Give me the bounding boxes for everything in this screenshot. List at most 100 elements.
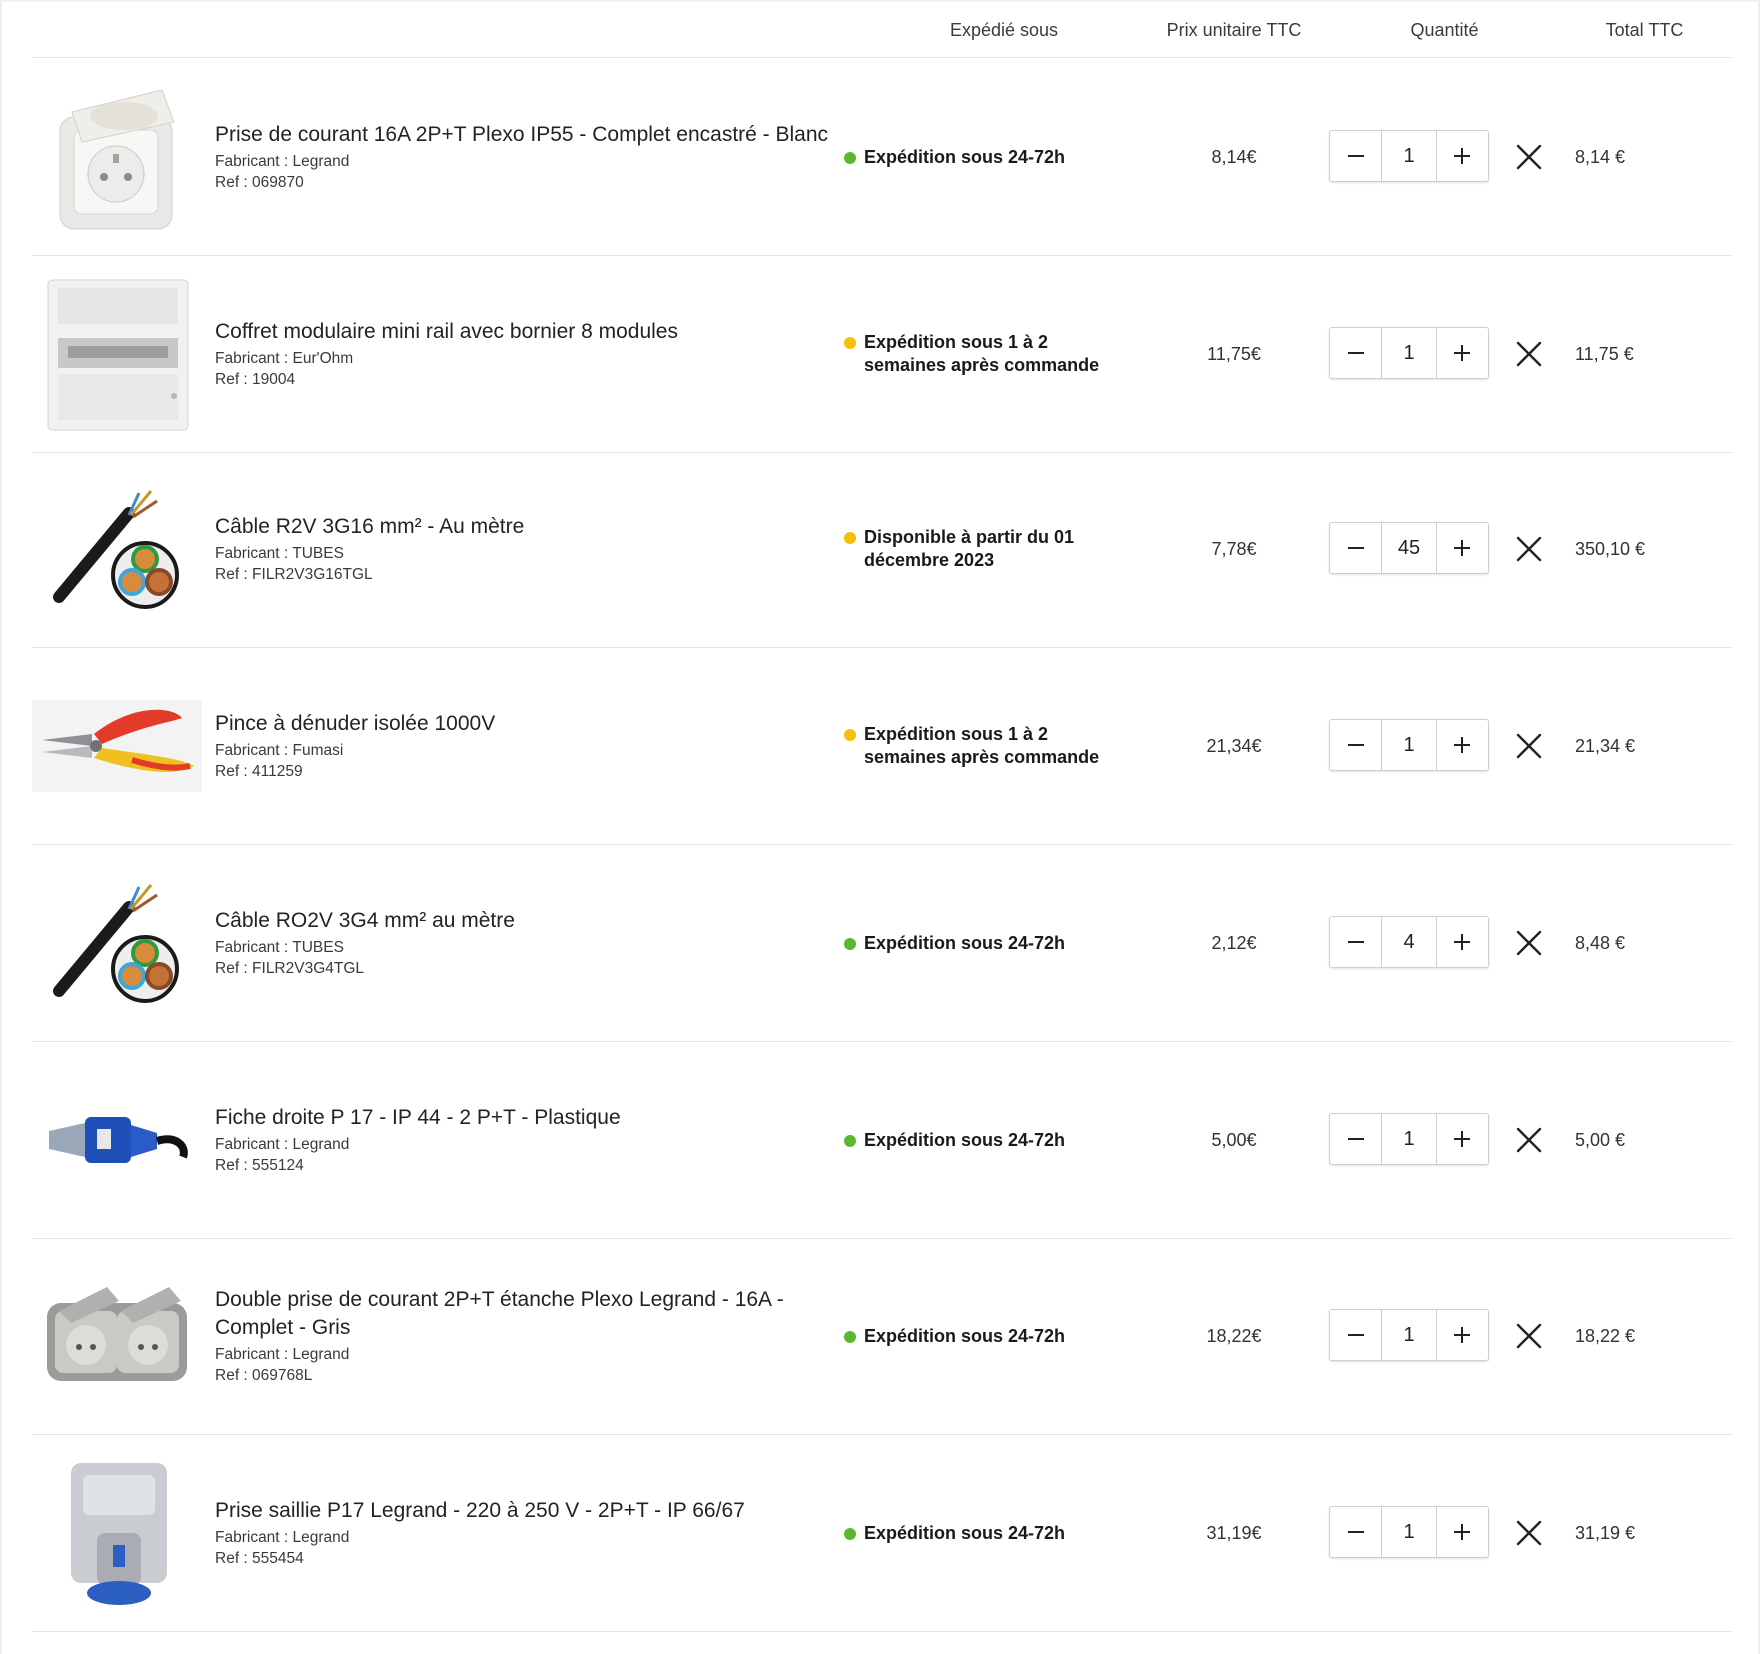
minus-icon: [1347, 1334, 1364, 1336]
product-info: Coffret modulaire mini rail avec bornier…: [215, 256, 845, 452]
increase-quantity-button[interactable]: [1437, 523, 1488, 573]
remove-item-button[interactable]: [1515, 1322, 1543, 1350]
product-ref: Ref : FILR2V3G16TGL: [215, 566, 373, 583]
decrease-quantity-button[interactable]: [1330, 523, 1381, 573]
enclosure-icon: [42, 274, 192, 434]
product-info: Double prise de courant 2P+T étanche Ple…: [215, 1238, 845, 1434]
product-name[interactable]: Prise saillie P17 Legrand - 220 à 250 V …: [215, 1497, 845, 1525]
quantity-value[interactable]: 1: [1381, 1114, 1437, 1164]
decrease-quantity-button[interactable]: [1330, 1310, 1381, 1360]
quantity-value[interactable]: 4: [1381, 917, 1437, 967]
remove-item-button[interactable]: [1515, 143, 1543, 171]
close-icon: [1516, 341, 1542, 367]
product-image[interactable]: [32, 77, 202, 237]
cart-row: Fiche droite P 17 - IP 44 - 2 P+T - Plas…: [32, 1042, 1732, 1239]
shipping-text: Expédition sous 24-72h: [864, 1325, 1066, 1346]
increase-quantity-button[interactable]: [1437, 917, 1488, 967]
double-socket-icon: [37, 1281, 197, 1391]
status-dot: [844, 1330, 856, 1343]
decrease-quantity-button[interactable]: [1330, 917, 1381, 967]
product-manufacturer: Fabricant : TUBES: [215, 939, 344, 956]
shipping-status: Expédition sous 24-72h: [842, 1435, 1102, 1631]
remove-item-button[interactable]: [1515, 929, 1543, 957]
close-icon: [1516, 733, 1542, 759]
quantity-value[interactable]: 1: [1381, 328, 1437, 378]
product-manufacturer: Fabricant : TUBES: [215, 545, 344, 562]
decrease-quantity-button[interactable]: [1330, 131, 1381, 181]
increase-quantity-button[interactable]: [1437, 131, 1488, 181]
product-image[interactable]: [32, 274, 202, 434]
minus-icon: [1347, 1138, 1364, 1140]
product-image[interactable]: [32, 863, 202, 1023]
cable-icon: [47, 873, 187, 1013]
product-image[interactable]: [32, 1453, 202, 1613]
decrease-quantity-button[interactable]: [1330, 1114, 1381, 1164]
product-ref: Ref : 069870: [215, 174, 304, 191]
remove-item-button[interactable]: [1515, 1519, 1543, 1547]
minus-icon: [1347, 155, 1364, 157]
plug-icon: [37, 1095, 197, 1185]
plus-icon: [1454, 1327, 1471, 1343]
product-manufacturer: Fabricant : Legrand: [215, 153, 350, 170]
header-unit-price: Prix unitaire TTC: [1166, 20, 1302, 40]
increase-quantity-button[interactable]: [1437, 328, 1488, 378]
unit-price: 5,00€: [1211, 1129, 1257, 1150]
increase-quantity-button[interactable]: [1437, 720, 1488, 770]
header-shipped: Expédié sous: [949, 20, 1059, 40]
line-total: 350,10 €: [1575, 538, 1646, 559]
plus-icon: [1454, 1524, 1471, 1540]
decrease-quantity-button[interactable]: [1330, 720, 1381, 770]
plus-icon: [1454, 540, 1471, 556]
product-image[interactable]: [32, 1060, 202, 1220]
close-icon: [1516, 1520, 1542, 1546]
close-icon: [1516, 1127, 1542, 1153]
quantity-value[interactable]: 1: [1381, 131, 1437, 181]
product-name[interactable]: Pince à dénuder isolée 1000V: [215, 710, 845, 738]
quantity-value[interactable]: 45: [1381, 523, 1437, 573]
product-name[interactable]: Double prise de courant 2P+T étanche Ple…: [215, 1286, 845, 1342]
shipping-text: Expédition sous 24-72h: [864, 932, 1066, 953]
product-info: Câble RO2V 3G4 mm² au mètre Fabricant : …: [215, 845, 845, 1041]
cart-row: Prise saillie P17 Legrand - 220 à 250 V …: [32, 1435, 1732, 1632]
line-total: 5,00 €: [1575, 1129, 1626, 1150]
product-info: Pince à dénuder isolée 1000V Fabricant :…: [215, 648, 845, 844]
shipping-status: Expédition sous 24-72h: [842, 59, 1102, 255]
quantity-stepper: 4: [1329, 916, 1489, 968]
increase-quantity-button[interactable]: [1437, 1310, 1488, 1360]
product-info: Câble R2V 3G16 mm² - Au mètre Fabricant …: [215, 451, 845, 647]
remove-item-button[interactable]: [1515, 535, 1543, 563]
quantity-value[interactable]: 1: [1381, 1310, 1437, 1360]
shipping-status: Expédition sous 24-72h: [842, 1238, 1102, 1434]
shipping-text: Expédition sous 24-72h: [864, 1522, 1066, 1543]
quantity-value[interactable]: 1: [1381, 720, 1437, 770]
status-dot: [844, 1134, 856, 1147]
close-icon: [1516, 930, 1542, 956]
line-total: 11,75 €: [1575, 343, 1634, 364]
product-name[interactable]: Câble RO2V 3G4 mm² au mètre: [215, 907, 845, 935]
increase-quantity-button[interactable]: [1437, 1507, 1488, 1557]
product-name[interactable]: Fiche droite P 17 - IP 44 - 2 P+T - Plas…: [215, 1104, 845, 1132]
product-image[interactable]: [32, 1256, 202, 1416]
product-image[interactable]: [32, 666, 202, 826]
product-name[interactable]: Coffret modulaire mini rail avec bornier…: [215, 318, 845, 346]
increase-quantity-button[interactable]: [1437, 1114, 1488, 1164]
remove-item-button[interactable]: [1515, 732, 1543, 760]
product-name[interactable]: Câble R2V 3G16 mm² - Au mètre: [215, 513, 845, 541]
plus-icon: [1454, 934, 1471, 950]
minus-icon: [1347, 547, 1364, 549]
close-icon: [1516, 536, 1542, 562]
decrease-quantity-button[interactable]: [1330, 1507, 1381, 1557]
header-total: Total TTC: [1605, 20, 1684, 40]
plus-icon: [1454, 1131, 1471, 1147]
quantity-value[interactable]: 1: [1381, 1507, 1437, 1557]
product-image[interactable]: [32, 469, 202, 629]
remove-item-button[interactable]: [1515, 1126, 1543, 1154]
product-manufacturer: Fabricant : Legrand: [215, 1346, 350, 1363]
cart-row: Câble R2V 3G16 mm² - Au mètre Fabricant …: [32, 451, 1732, 648]
remove-item-button[interactable]: [1515, 340, 1543, 368]
decrease-quantity-button[interactable]: [1330, 328, 1381, 378]
product-ref: Ref : 069768L: [215, 1367, 313, 1384]
shipping-status: Expédition sous 1 à 2 semaines après com…: [842, 256, 1102, 452]
product-name[interactable]: Prise de courant 16A 2P+T Plexo IP55 - C…: [215, 121, 845, 149]
close-icon: [1516, 144, 1542, 170]
